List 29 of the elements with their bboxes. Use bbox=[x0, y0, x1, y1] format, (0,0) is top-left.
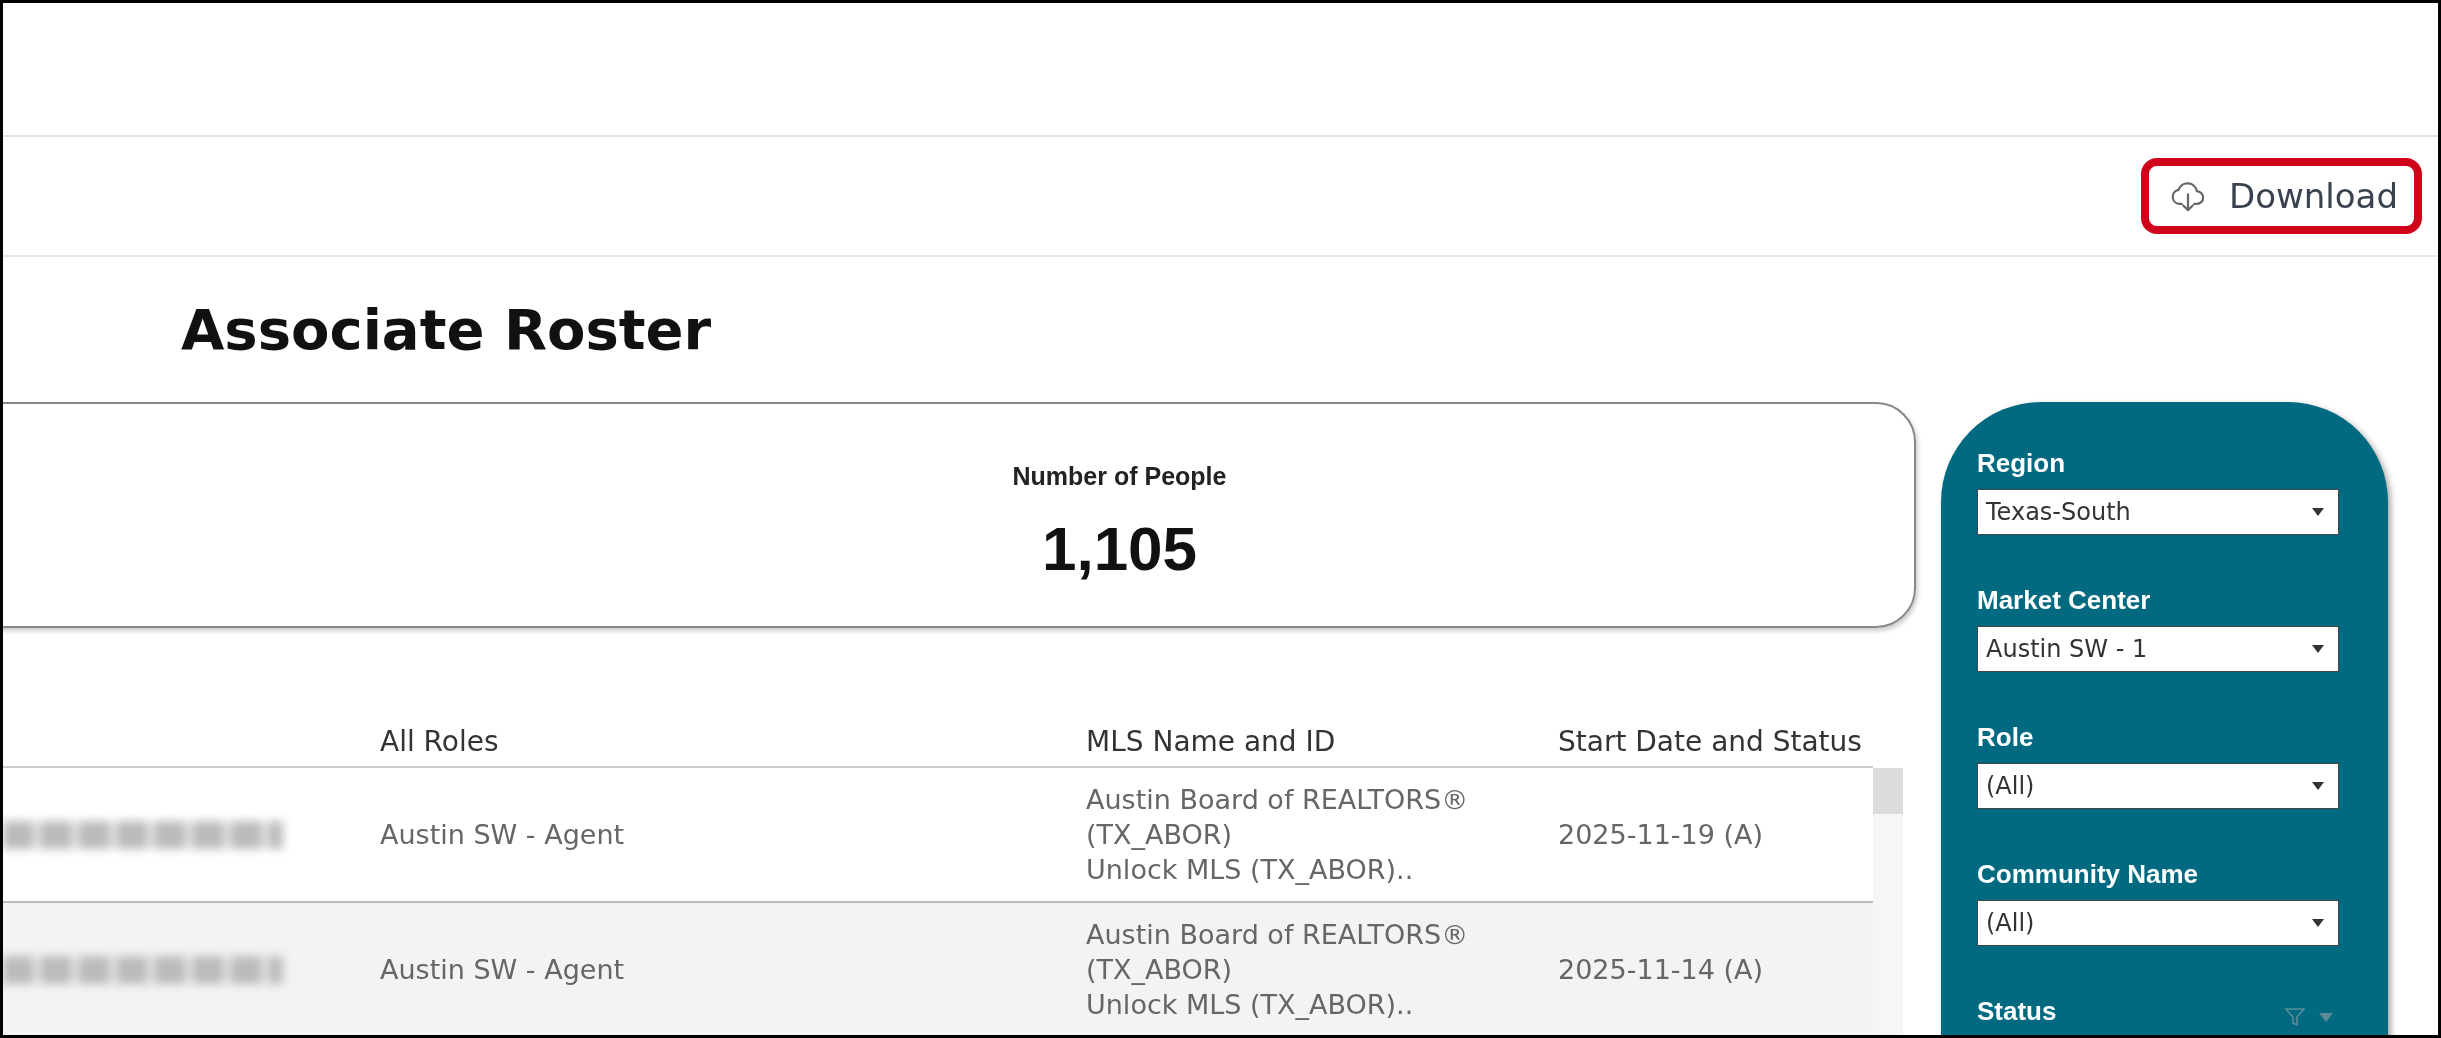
caret-icon bbox=[2312, 919, 2324, 927]
table-cell-text: 2025-11-14 (A) bbox=[1558, 952, 1765, 987]
column-header: MLS Name and ID bbox=[1086, 724, 1337, 758]
scrollbar-thumb[interactable] bbox=[1873, 768, 1903, 814]
download-button[interactable]: Download bbox=[2141, 158, 2422, 234]
filter-dropdown[interactable]: (All) bbox=[1977, 763, 2339, 809]
caret-icon bbox=[2312, 508, 2324, 516]
caret-icon bbox=[2312, 645, 2324, 653]
filter-label: Region bbox=[1977, 448, 2067, 479]
kpi-value: 1,105 bbox=[1041, 513, 1198, 584]
filter-dropdown[interactable]: (All) bbox=[1977, 900, 2339, 946]
kpi-label: Number of People bbox=[1012, 462, 1227, 491]
column-header: Start Date and Status bbox=[1558, 724, 1863, 758]
caret-icon bbox=[2312, 782, 2324, 790]
filter-label: Role bbox=[1977, 722, 2035, 753]
filter-dropdown[interactable]: Austin SW - 1 bbox=[1977, 626, 2339, 672]
filter-label: Market Center bbox=[1977, 585, 2152, 616]
table-cell-text: Austin SW - Agent bbox=[380, 952, 626, 987]
filter-label: Community Name bbox=[1977, 859, 2200, 890]
table-cell-text: Austin SW - Agent bbox=[380, 817, 626, 852]
dashboard-title: Associate Roster bbox=[181, 297, 712, 362]
table-cell-text: Austin Board of REALTORS® (TX_ABOR) Unlock MLS (TX_ABOR).. bbox=[1086, 917, 1470, 1023]
filter-dropdown[interactable]: Texas-South bbox=[1977, 489, 2339, 535]
caret-icon[interactable] bbox=[2319, 1012, 2333, 1022]
table-cell-text: 2025-11-19 (A) bbox=[1558, 817, 1765, 852]
filter-label: Status bbox=[1977, 996, 2057, 1027]
funnel-icon[interactable] bbox=[2285, 1007, 2305, 1027]
column-header: All Roles bbox=[380, 724, 500, 758]
table-cell-text: Austin Board of REALTORS® (TX_ABOR) Unlock MLS (TX_ABOR).. bbox=[1086, 782, 1470, 888]
